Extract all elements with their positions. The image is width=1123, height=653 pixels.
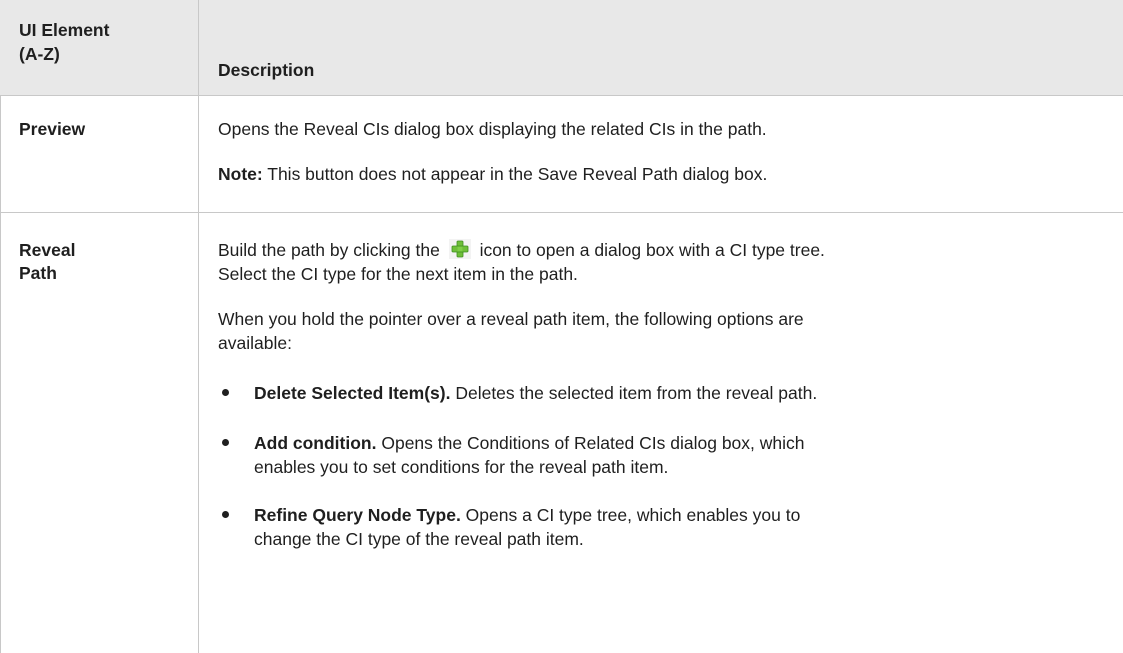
option-label: Refine Query Node Type. [254,505,461,525]
bullet-icon [222,511,229,518]
bullet-icon [222,389,229,396]
row-name-reveal-path: Reveal Path [19,239,75,285]
intro-text-after-icon: icon to open a dialog box with a CI type… [479,240,825,260]
hover-text-line1: When you hold the pointer over a reveal … [218,309,804,329]
note-text: This button does not appear in the Save … [262,164,768,184]
header-ui-element-line2: (A-Z) [19,44,60,64]
option-text: Opens the Conditions of Related CIs dial… [376,433,805,453]
option-add-condition: Add condition. Opens the Conditions of R… [254,431,1104,479]
header-ui-element: UI Element (A-Z) [19,18,169,66]
note-label: Note: [218,164,263,184]
option-delete-selected-items: Delete Selected Item(s). Deletes the sel… [254,381,1104,405]
option-label: Delete Selected Item(s). [254,383,451,403]
header-description: Description [218,60,315,80]
green-plus-icon [448,239,471,259]
option-text: Deletes the selected item from the revea… [450,383,818,403]
bullet-icon [222,439,229,446]
intro-text-before-icon: Build the path by clicking the [218,240,440,260]
row-name-line1: Reveal [19,240,76,260]
table-left-border [0,95,1,653]
reveal-path-intro-line1: Build the path by clicking the icon to o… [218,238,1098,262]
ui-elements-table: UI Element (A-Z) Description Preview Ope… [0,0,1123,653]
preview-note: Note: This button does not appear in the… [218,162,1098,186]
row-divider [0,212,1123,213]
row-name-line2: Path [19,263,57,283]
option-text-line2: change the CI type of the reveal path it… [254,529,584,549]
option-refine-query-node-type: Refine Query Node Type. Opens a CI type … [254,503,1104,551]
reveal-path-intro-line2: Select the CI type for the next item in … [218,264,578,284]
option-text: Opens a CI type tree, which enables you … [460,505,801,525]
table-header: UI Element (A-Z) Description [0,0,1123,96]
preview-description: Opens the Reveal CIs dialog box displayi… [218,119,767,139]
option-label: Add condition. [254,433,377,453]
header-ui-element-line1: UI Element [19,20,110,40]
column-divider [198,0,199,653]
hover-text-line2: available: [218,333,292,353]
row-name-preview: Preview [19,119,86,139]
option-text-line2: enables you to set conditions for the re… [254,457,669,477]
